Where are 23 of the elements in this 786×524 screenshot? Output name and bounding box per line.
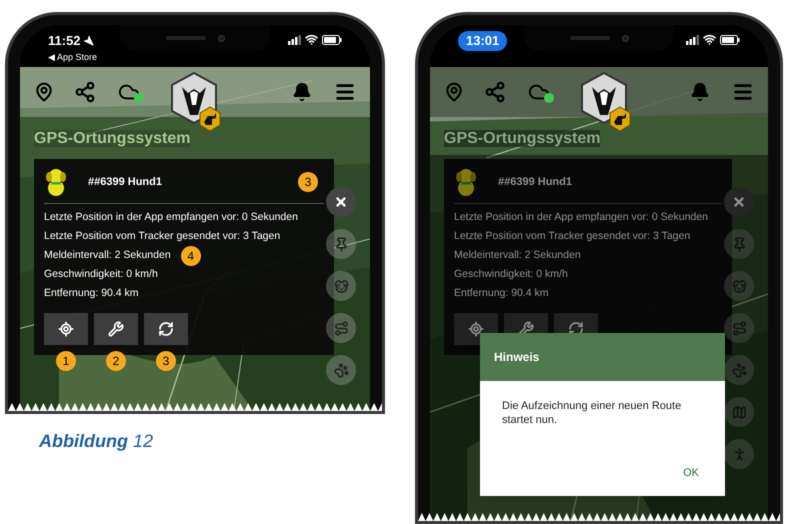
dialog-title: Hinweis — [494, 350, 540, 364]
tracker-info-line: Letzte Position vom Tracker gesendet vor: 3 Tagen — [44, 228, 280, 244]
tracker-info-line: Entfernung: 90.4 km — [44, 286, 139, 301]
app-title: GPS-Ortungssystem — [34, 130, 190, 147]
dialog-message: Die Aufzeichnung einer neuen Route startet nun. — [502, 399, 682, 427]
tracker-name: ##6399 Hund1 — [88, 174, 163, 190]
tracker-info-line: Meldeintervall: 2 Sekunden — [454, 248, 581, 263]
callout-number: 3 — [298, 172, 318, 192]
clock-time: 11:52 — [48, 32, 81, 50]
ok-button[interactable]: OK — [679, 463, 703, 484]
figure-caption: Abbildung 12 — [39, 430, 154, 453]
tracker-info-line: Meldeintervall: 2 Sekunden — [44, 248, 171, 263]
tracker-info-line: Geschwindigkeit: 0 km/h — [454, 266, 568, 282]
tracker-info-line: Letzte Position in der App empfangen vor: 0 Sekunden — [454, 210, 708, 225]
app-title: GPS-Ortungssystem — [444, 130, 600, 147]
tracker-info-line: Entfernung: 90.4 km — [454, 286, 549, 301]
tracker-name: ##6399 Hund1 — [498, 174, 573, 190]
callout-number: 4 — [180, 246, 201, 266]
back-link[interactable]: ◀ App Store — [48, 50, 98, 64]
tracker-info-line: Letzte Position vom Tracker gesendet vor: 3 Tagen — [454, 228, 690, 244]
tracker-info-line: Geschwindigkeit: 0 km/h — [44, 266, 158, 282]
clock-time: 13:01 — [458, 31, 508, 50]
tracker-info-line: Letzte Position in der App empfangen vor: 0 Sekunden — [44, 210, 298, 225]
